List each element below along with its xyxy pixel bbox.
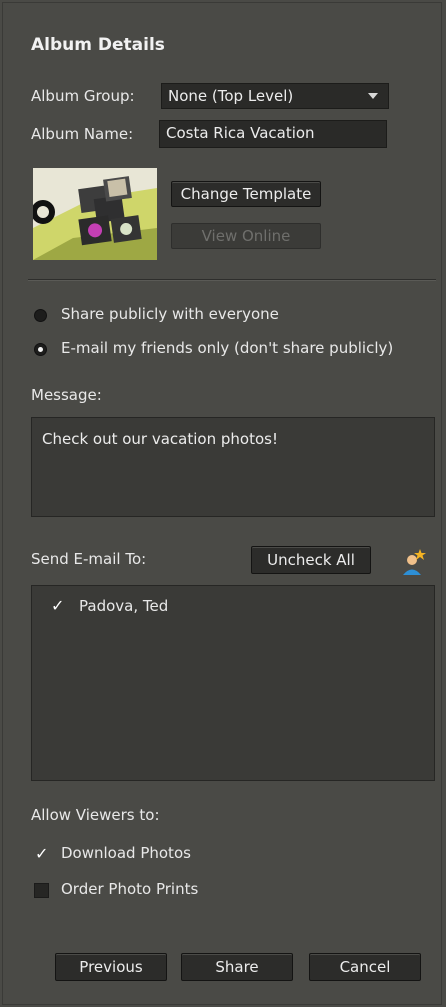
album-name-label: Album Name: [31,125,134,143]
recipient-list: Padova, Ted [31,585,435,781]
download-photos-checkbox[interactable] [34,844,49,863]
panel-title: Album Details [31,35,165,55]
recipient-name[interactable]: Padova, Ted [79,597,168,615]
album-name-value: Costa Rica Vacation [166,124,315,142]
send-to-label: Send E-mail To: [31,550,147,568]
view-online-button[interactable]: View Online [171,223,321,249]
share-email-radio[interactable] [34,343,47,356]
order-prints-label[interactable]: Order Photo Prints [61,880,198,898]
album-details-panel: Album Details Album Group: None (Top Lev… [2,2,442,1005]
message-textarea[interactable]: Check out our vacation photos! [31,417,435,517]
share-public-radio[interactable] [34,309,47,322]
template-thumbnail [33,168,157,260]
album-group-select[interactable]: None (Top Level) [161,83,389,109]
share-button[interactable]: Share [181,953,293,981]
share-email-label[interactable]: E-mail my friends only (don't share publ… [61,339,393,357]
cancel-button[interactable]: Cancel [309,953,421,981]
share-public-label[interactable]: Share publicly with everyone [61,305,279,323]
previous-button[interactable]: Previous [55,953,167,981]
recipient-checkbox[interactable] [50,596,65,615]
download-photos-label[interactable]: Download Photos [61,844,191,862]
message-label: Message: [31,386,102,404]
chevron-down-icon [368,93,378,99]
section-divider [28,279,436,281]
add-contact-icon[interactable] [401,546,427,576]
uncheck-all-button[interactable]: Uncheck All [251,546,371,574]
album-group-value: None (Top Level) [168,87,294,105]
allow-viewers-label: Allow Viewers to: [31,806,160,824]
change-template-button[interactable]: Change Template [171,181,321,207]
album-group-label: Album Group: [31,87,135,105]
message-value: Check out our vacation photos! [42,430,278,448]
order-prints-checkbox[interactable] [34,883,49,898]
album-name-input[interactable]: Costa Rica Vacation [159,120,387,148]
